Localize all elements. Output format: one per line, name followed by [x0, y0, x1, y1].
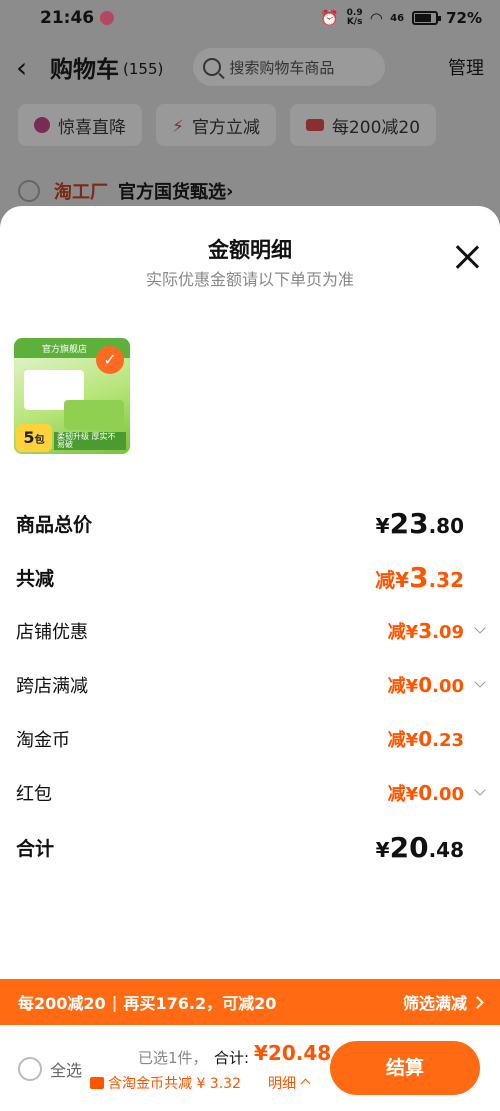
select-all-radio[interactable] — [18, 1057, 42, 1081]
row-value: 减¥ 0.23 — [387, 727, 464, 751]
row-label: 合计 — [16, 837, 55, 860]
chevron-down-icon — [474, 676, 486, 688]
search-icon — [203, 58, 222, 76]
manage-button[interactable]: 管理 — [448, 54, 484, 80]
total-amount: ¥20.48 — [254, 1041, 332, 1065]
coin-icon — [90, 1077, 104, 1089]
row-value: ¥23.80 — [375, 506, 464, 540]
selected-count: 已选1件， — [138, 1049, 208, 1067]
net-speed-unit: K/s — [346, 17, 363, 27]
search-input[interactable]: 搜索购物车商品 — [193, 48, 386, 86]
chevron-down-icon — [474, 784, 486, 796]
row-label: 共减 — [16, 567, 55, 590]
coin-discount-note: 含淘金币共减 ¥ 3.32 — [90, 1073, 241, 1093]
row-value: 减¥ 3.32 — [375, 560, 464, 594]
back-icon[interactable]: ‹ — [16, 51, 50, 84]
promo-rule: 每200减20 — [18, 994, 106, 1013]
row-label: 跨店满减 — [16, 676, 88, 697]
chip-200-minus-20[interactable]: 每200减20 — [289, 104, 437, 146]
shop-logo: 淘工厂 — [54, 182, 108, 203]
promo-separator: | — [111, 992, 118, 1012]
shop-name: 官方国货甄选 — [118, 182, 226, 203]
row-shop-discount[interactable]: 店铺优惠 减¥ 3.09 — [16, 604, 486, 658]
tissue-pack-image — [64, 400, 124, 430]
wifi-icon: ◠ — [370, 9, 383, 27]
promo-hint: 再买176.2，可减20 — [123, 994, 277, 1013]
row-label: 店铺优惠 — [16, 622, 88, 643]
select-all-label[interactable]: 全选 — [50, 1057, 82, 1081]
total-label: 合计: — [214, 1049, 250, 1067]
sheet-subtitle: 实际优惠金额请以下单页为准 — [145, 270, 354, 289]
lightning-icon: ⚡ — [172, 117, 184, 137]
coupon-icon — [305, 119, 324, 131]
battery-level: 72% — [446, 9, 482, 27]
sheet-title: 金额明细 — [208, 238, 292, 262]
cart-count: (155) — [123, 60, 164, 78]
amount-detail-sheet: 金额明细 实际优惠金额请以下单页为准 官方旗舰店 ✓ 5包 柔韧升级 厚实不易破… — [0, 206, 500, 979]
cart-header: ‹ 购物车 (155) 搜索购物车商品 管理 — [0, 36, 500, 98]
net-speed: 0.9 K/s — [347, 9, 363, 27]
thumbnail-strip: 柔韧升级 厚实不易破 — [54, 432, 126, 450]
close-icon[interactable] — [454, 244, 480, 270]
filter-discount-link[interactable]: 筛选满减 — [403, 990, 482, 1014]
surprise-icon — [34, 117, 50, 133]
search-placeholder: 搜索购物车商品 — [229, 58, 335, 77]
status-right: ⏰ 0.9 K/s ◠ 46 72% — [319, 9, 482, 28]
chip-label: 惊喜直降 — [58, 117, 126, 138]
chevron-down-icon — [474, 622, 486, 634]
product-thumbnail[interactable]: 官方旗舰店 ✓ 5包 柔韧升级 厚实不易破 — [14, 338, 130, 454]
row-taobao-coins: 淘金币 减¥ 0.23 — [16, 712, 464, 766]
chip-surprise-drop[interactable]: 惊喜直降 — [18, 104, 142, 146]
pack-count-badge: 5包 — [16, 424, 52, 452]
checkmark-icon: ✓ — [96, 346, 124, 374]
notification-icon — [100, 11, 115, 25]
page-title: 购物车 — [50, 57, 119, 83]
row-value: 减¥ 0.00 — [387, 781, 464, 805]
status-bar: 21:46 ⏰ 0.9 K/s ◠ 46 72% — [0, 0, 500, 36]
checkout-bar: 全选 已选1件， 合计: ¥20.48 含淘金币共减 ¥ 3.32 明细 结算 — [0, 1025, 500, 1111]
amount-rows: 商品总价 ¥23.80 共减 减¥ 3.32 店铺优惠 减¥ 3.09 跨店满减 减… — [16, 496, 486, 874]
pack-num: 5 — [23, 428, 35, 447]
chip-official-discount[interactable]: ⚡ 官方立减 — [156, 104, 276, 146]
battery-icon — [412, 11, 442, 25]
row-label: 红包 — [16, 784, 52, 805]
shop-row[interactable]: 淘工厂 官方国货甄选 › — [18, 178, 233, 204]
checkout-button[interactable]: 结算 — [330, 1041, 480, 1095]
row-value: 减¥ 0.00 — [387, 673, 464, 697]
promo-bar: 每200减20 | 再买176.2，可减20 筛选满减 — [0, 979, 500, 1025]
pack-unit: 包 — [34, 435, 45, 446]
row-value: ¥20.48 — [375, 830, 464, 864]
signal-label: 46 — [390, 12, 405, 24]
row-red-packet[interactable]: 红包 减¥ 0.00 — [16, 766, 486, 820]
status-time: 21:46 — [40, 8, 95, 28]
row-grand-total: 合计 ¥20.48 — [16, 820, 464, 874]
chip-label: 官方立减 — [191, 117, 260, 138]
shop-select-radio[interactable] — [18, 180, 40, 202]
coin-text: 含淘金币共减 ¥ 3.32 — [108, 1076, 241, 1092]
row-label: 淘金币 — [16, 730, 70, 751]
detail-toggle[interactable]: 明细 — [268, 1073, 309, 1093]
row-total-discount: 共减 减¥ 3.32 — [16, 550, 464, 604]
filter-chips: 惊喜直降 ⚡ 官方立减 每200减20 — [18, 104, 437, 146]
row-label: 商品总价 — [16, 513, 93, 536]
row-value: 减¥ 3.09 — [387, 619, 464, 643]
alarm-icon: ⏰ — [319, 9, 339, 27]
row-goods-total: 商品总价 ¥23.80 — [16, 496, 464, 550]
chip-label: 每200减20 — [331, 117, 421, 138]
row-cross-shop-discount[interactable]: 跨店满减 减¥ 0.00 — [16, 658, 486, 712]
chevron-right-icon: › — [226, 180, 234, 202]
